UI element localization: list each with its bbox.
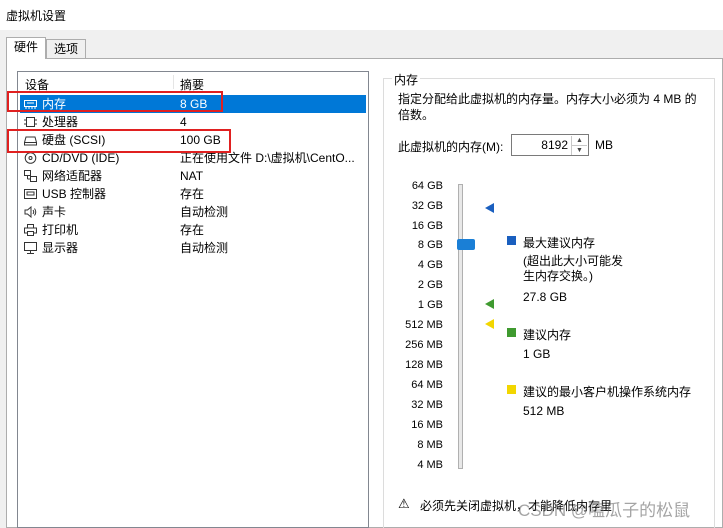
warning-icon: ⚠ xyxy=(398,496,410,511)
memory-unit: MB xyxy=(595,138,613,152)
scale-tick: 512 MB xyxy=(405,319,443,331)
min-memory-value: 512 MB xyxy=(523,404,565,418)
scale-tick: 4 MB xyxy=(417,459,443,471)
scale-tick: 32 MB xyxy=(411,399,443,411)
device-row-display[interactable]: 显示器 自动检测 xyxy=(20,239,366,257)
spin-down-icon[interactable]: ▼ xyxy=(571,145,587,155)
device-summary: NAT xyxy=(180,169,204,183)
scale-tick: 64 MB xyxy=(411,379,443,391)
scale-tick: 64 GB xyxy=(411,180,443,192)
memory-slider-track[interactable] xyxy=(458,184,463,469)
cd-dvd-icon xyxy=(24,152,37,164)
title-bar: 虚拟机设置 xyxy=(0,0,723,30)
scale-tick: 2 GB xyxy=(417,279,443,291)
usb-icon xyxy=(24,189,37,199)
scale-tick: 32 GB xyxy=(411,200,443,212)
recommended-memory-swatch-icon xyxy=(507,328,516,337)
printer-icon xyxy=(24,224,37,236)
device-name: USB 控制器 xyxy=(42,187,107,201)
scale-tick: 16 GB xyxy=(411,220,443,232)
device-summary: 自动检测 xyxy=(180,241,229,255)
max-memory-swatch-icon xyxy=(507,236,516,245)
scale-tick: 16 MB xyxy=(411,419,443,431)
scale-tick: 128 MB xyxy=(405,359,443,371)
recommended-marker-icon xyxy=(485,299,494,309)
min-memory-swatch-icon xyxy=(507,385,516,394)
watermark: CSDN @嗑瓜子的松鼠 xyxy=(518,501,691,520)
network-adapter-icon xyxy=(24,170,37,182)
device-summary: 自动检测 xyxy=(180,205,229,219)
memory-slider-thumb[interactable] xyxy=(457,239,475,250)
memory-description: 指定分配给此虚拟机的内存量。内存大小必须为 4 MB 的倍数。 xyxy=(398,92,697,122)
memory-group-title: 内存 xyxy=(392,71,421,88)
highlight-box-memory xyxy=(7,91,223,112)
max-memory-value: 27.8 GB xyxy=(523,290,568,304)
device-list-header: 设备 摘要 xyxy=(18,72,368,92)
tab-hardware[interactable]: 硬件 xyxy=(6,37,46,59)
scale-tick: 256 MB xyxy=(405,339,443,351)
device-name: 声卡 xyxy=(42,205,67,219)
scale-tick: 4 GB xyxy=(417,259,443,271)
device-row-sound-card[interactable]: 声卡 自动检测 xyxy=(20,203,366,221)
monitor-icon xyxy=(24,242,37,254)
max-memory-note: (超出此大小可能发生内存交换。) xyxy=(523,254,623,283)
device-name: 显示器 xyxy=(42,241,79,255)
max-memory-title: 最大建议内存 xyxy=(523,236,596,250)
speaker-icon xyxy=(24,206,37,218)
tab-options[interactable]: 选项 xyxy=(46,39,86,58)
cpu-icon xyxy=(24,117,37,127)
min-recommended-marker-icon xyxy=(485,319,494,329)
column-divider[interactable] xyxy=(173,75,174,89)
device-summary: 存在 xyxy=(180,187,205,201)
scale-tick: 1 GB xyxy=(417,299,443,311)
device-row-printer[interactable]: 打印机 存在 xyxy=(20,221,366,239)
scale-tick: 8 MB xyxy=(417,439,443,451)
window-title: 虚拟机设置 xyxy=(6,9,67,23)
device-name: 打印机 xyxy=(42,223,79,237)
recommended-memory-value: 1 GB xyxy=(523,347,551,361)
recommended-memory-title: 建议内存 xyxy=(523,328,572,342)
spin-up-icon[interactable]: ▲ xyxy=(571,136,587,145)
device-summary: 存在 xyxy=(180,223,205,237)
scale-tick: 8 GB xyxy=(417,239,443,251)
memory-spinbox[interactable]: 8192 ▲ ▼ xyxy=(511,134,589,156)
highlight-box-hard-disk xyxy=(7,129,231,153)
device-name: 网络适配器 xyxy=(42,169,103,183)
min-memory-title: 建议的最小客户机操作系统内存 xyxy=(523,385,692,399)
memory-value[interactable]: 8192 xyxy=(541,138,568,152)
device-row-network-adapter[interactable]: 网络适配器 NAT xyxy=(20,167,366,185)
memory-field-label: 此虚拟机的内存(M): xyxy=(398,140,504,154)
device-row-usb-controller[interactable]: USB 控制器 存在 xyxy=(20,185,366,203)
max-recommended-marker-icon xyxy=(485,203,494,213)
